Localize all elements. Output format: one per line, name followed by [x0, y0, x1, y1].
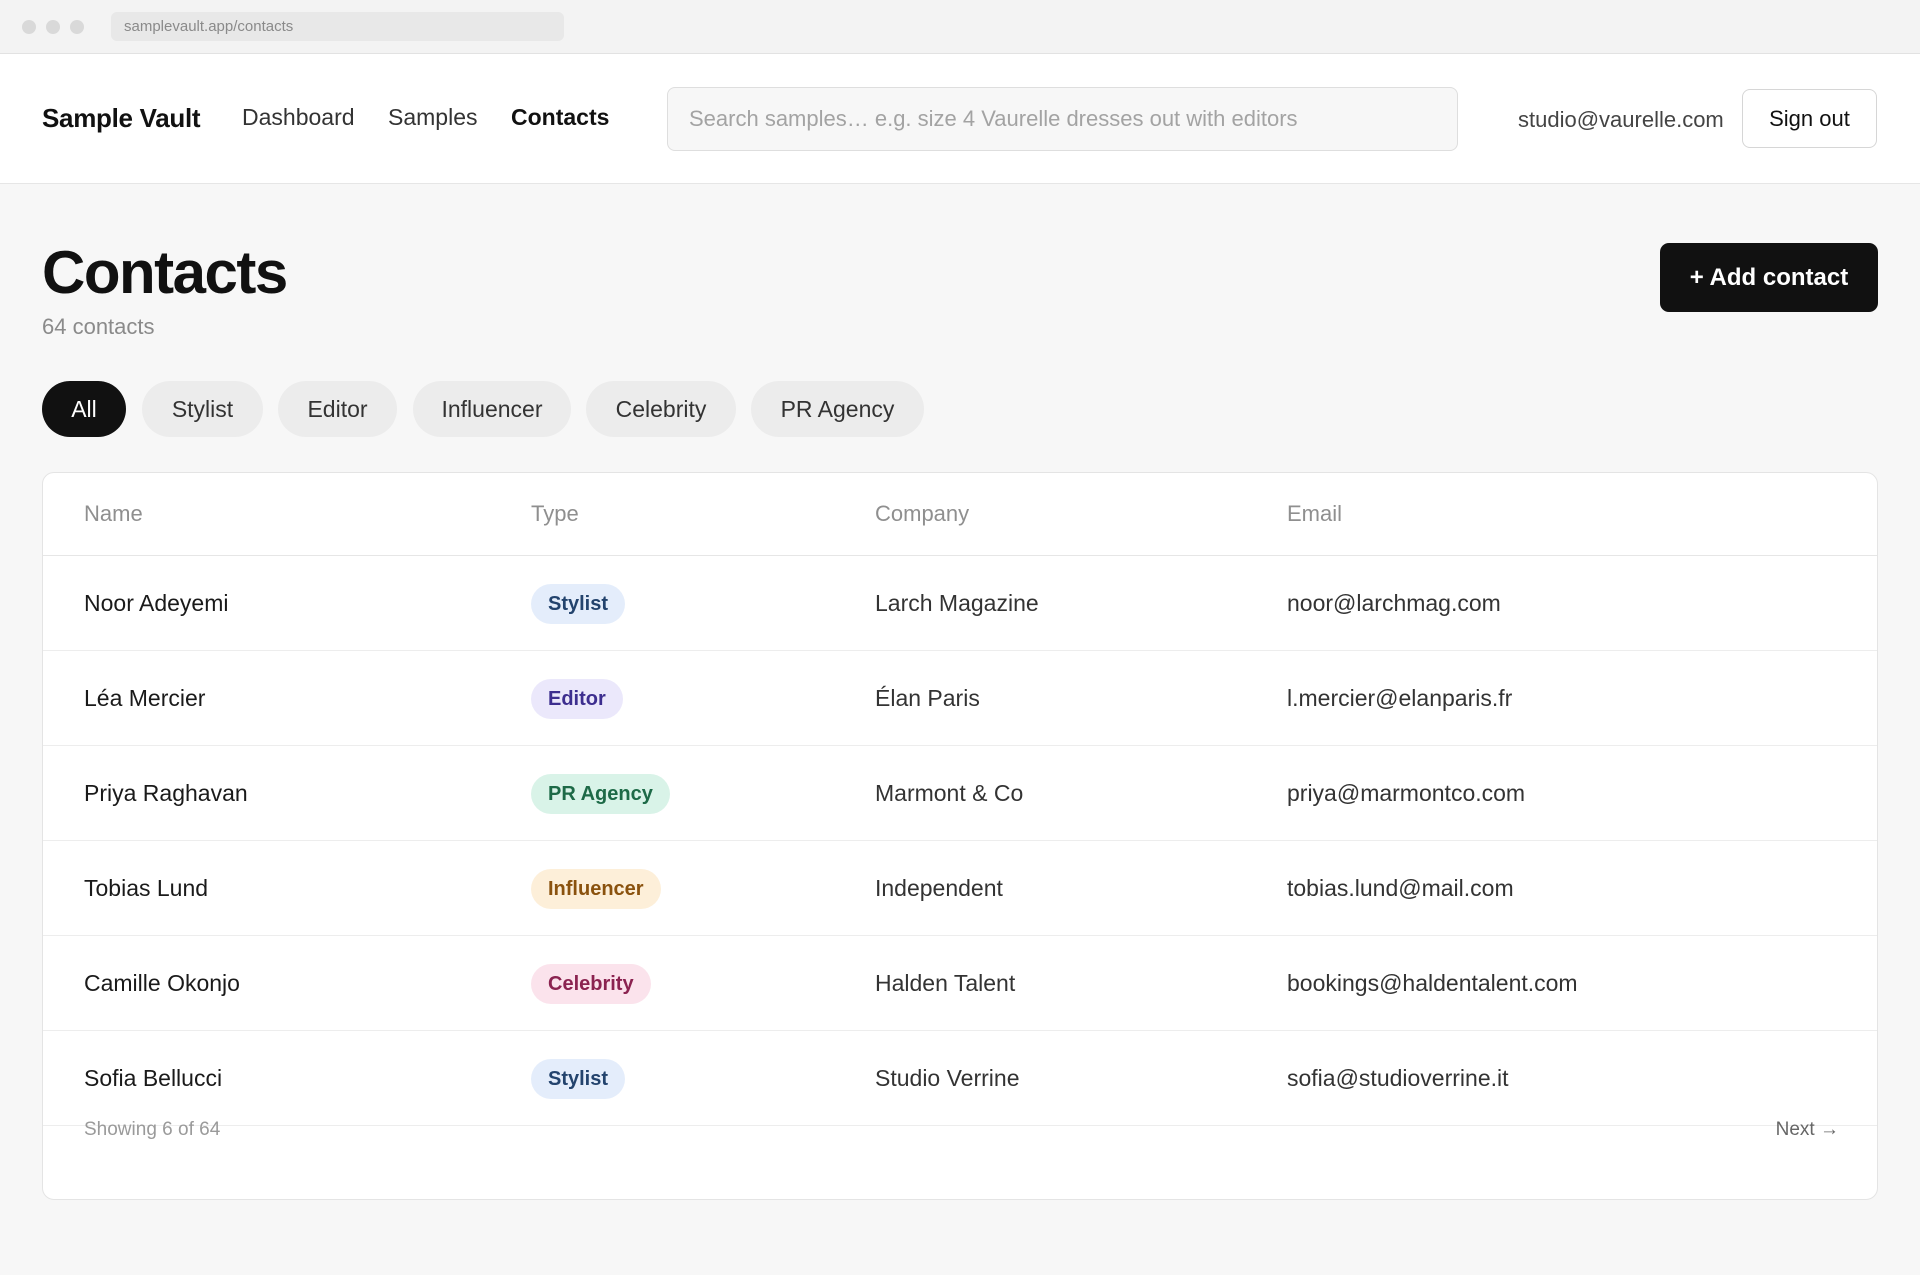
- contact-name: Sofia Bellucci: [84, 1065, 223, 1091]
- contact-name: Tobias Lund: [84, 875, 209, 901]
- contact-name: Léa Mercier: [84, 685, 206, 711]
- table-row[interactable]: Noor Adeyemi Stylist Larch Magazine noor…: [43, 556, 1877, 651]
- column-header-company[interactable]: Company: [875, 473, 969, 555]
- column-header-type[interactable]: Type: [531, 473, 579, 555]
- type-badge: Influencer: [531, 869, 661, 909]
- contact-email: noor@larchmag.com: [1287, 590, 1501, 616]
- filter-celebrity[interactable]: Celebrity: [586, 381, 736, 437]
- type-badge: PR Agency: [531, 774, 670, 814]
- contact-company: Larch Magazine: [875, 590, 1039, 616]
- window-maximize-dot[interactable]: [70, 20, 84, 34]
- contact-email: l.mercier@elanparis.fr: [1287, 685, 1513, 711]
- contact-count: 64 contacts: [42, 314, 155, 339]
- contact-email: bookings@haldentalent.com: [1287, 970, 1578, 996]
- table-row[interactable]: Priya Raghavan PR Agency Marmont & Co pr…: [43, 746, 1877, 841]
- filter-influencer[interactable]: Influencer: [413, 381, 571, 437]
- contact-company: Independent: [875, 875, 1003, 901]
- type-badge: Editor: [531, 679, 623, 719]
- search-box: [667, 87, 1458, 151]
- pagination-summary: Showing 6 of 64: [84, 1119, 221, 1140]
- address-bar[interactable]: samplevault.app/contacts: [111, 12, 564, 41]
- nav-link-contacts[interactable]: Contacts: [511, 104, 609, 131]
- browser-chrome: samplevault.app/contacts: [0, 0, 1920, 54]
- contact-name: Camille Okonjo: [84, 970, 240, 996]
- contact-company: Élan Paris: [875, 685, 980, 711]
- window-close-dot[interactable]: [22, 20, 36, 34]
- top-nav: Sample Vault Dashboard Samples Contacts …: [0, 54, 1920, 184]
- contacts-table: Name Type Company Email Noor Adeyemi Sty…: [42, 472, 1878, 1200]
- filter-stylist[interactable]: Stylist: [142, 381, 263, 437]
- search-input[interactable]: [668, 88, 1457, 150]
- contact-company: Studio Verrine: [875, 1065, 1020, 1091]
- filter-all[interactable]: All: [42, 381, 126, 437]
- type-badge: Stylist: [531, 584, 626, 624]
- table-row[interactable]: Tobias Lund Influencer Independent tobia…: [43, 841, 1877, 936]
- column-header-name[interactable]: Name: [84, 473, 143, 555]
- table-row[interactable]: Sofia Bellucci Stylist Studio Verrine so…: [43, 1031, 1877, 1126]
- contact-company: Halden Talent: [875, 970, 1016, 996]
- contact-name: Noor Adeyemi: [84, 590, 229, 616]
- window-minimize-dot[interactable]: [46, 20, 60, 34]
- user-email: studio@vaurelle.com: [1518, 107, 1724, 132]
- type-badge: Celebrity: [531, 964, 651, 1004]
- table-row[interactable]: Camille Okonjo Celebrity Halden Talent b…: [43, 936, 1877, 1031]
- contact-company: Marmont & Co: [875, 780, 1024, 806]
- column-header-email[interactable]: Email: [1287, 473, 1342, 555]
- next-page-link[interactable]: Next →: [1776, 1119, 1839, 1141]
- filter-pr-agency[interactable]: PR Agency: [751, 381, 924, 437]
- contact-email: priya@marmontco.com: [1287, 780, 1526, 806]
- contact-name: Priya Raghavan: [84, 780, 248, 806]
- add-contact-button[interactable]: + Add contact: [1660, 243, 1878, 312]
- sign-out-button[interactable]: Sign out: [1742, 89, 1877, 148]
- nav-link-samples[interactable]: Samples: [388, 104, 477, 131]
- contact-email: sofia@studioverrine.it: [1287, 1065, 1509, 1091]
- page-title: Contacts: [42, 239, 288, 306]
- filter-editor[interactable]: Editor: [278, 381, 397, 437]
- contact-email: tobias.lund@mail.com: [1287, 875, 1514, 901]
- nav-link-dashboard[interactable]: Dashboard: [242, 104, 355, 131]
- table-row[interactable]: Léa Mercier Editor Élan Paris l.mercier@…: [43, 651, 1877, 746]
- type-badge: Stylist: [531, 1059, 626, 1099]
- brand-logo[interactable]: Sample Vault: [42, 103, 201, 134]
